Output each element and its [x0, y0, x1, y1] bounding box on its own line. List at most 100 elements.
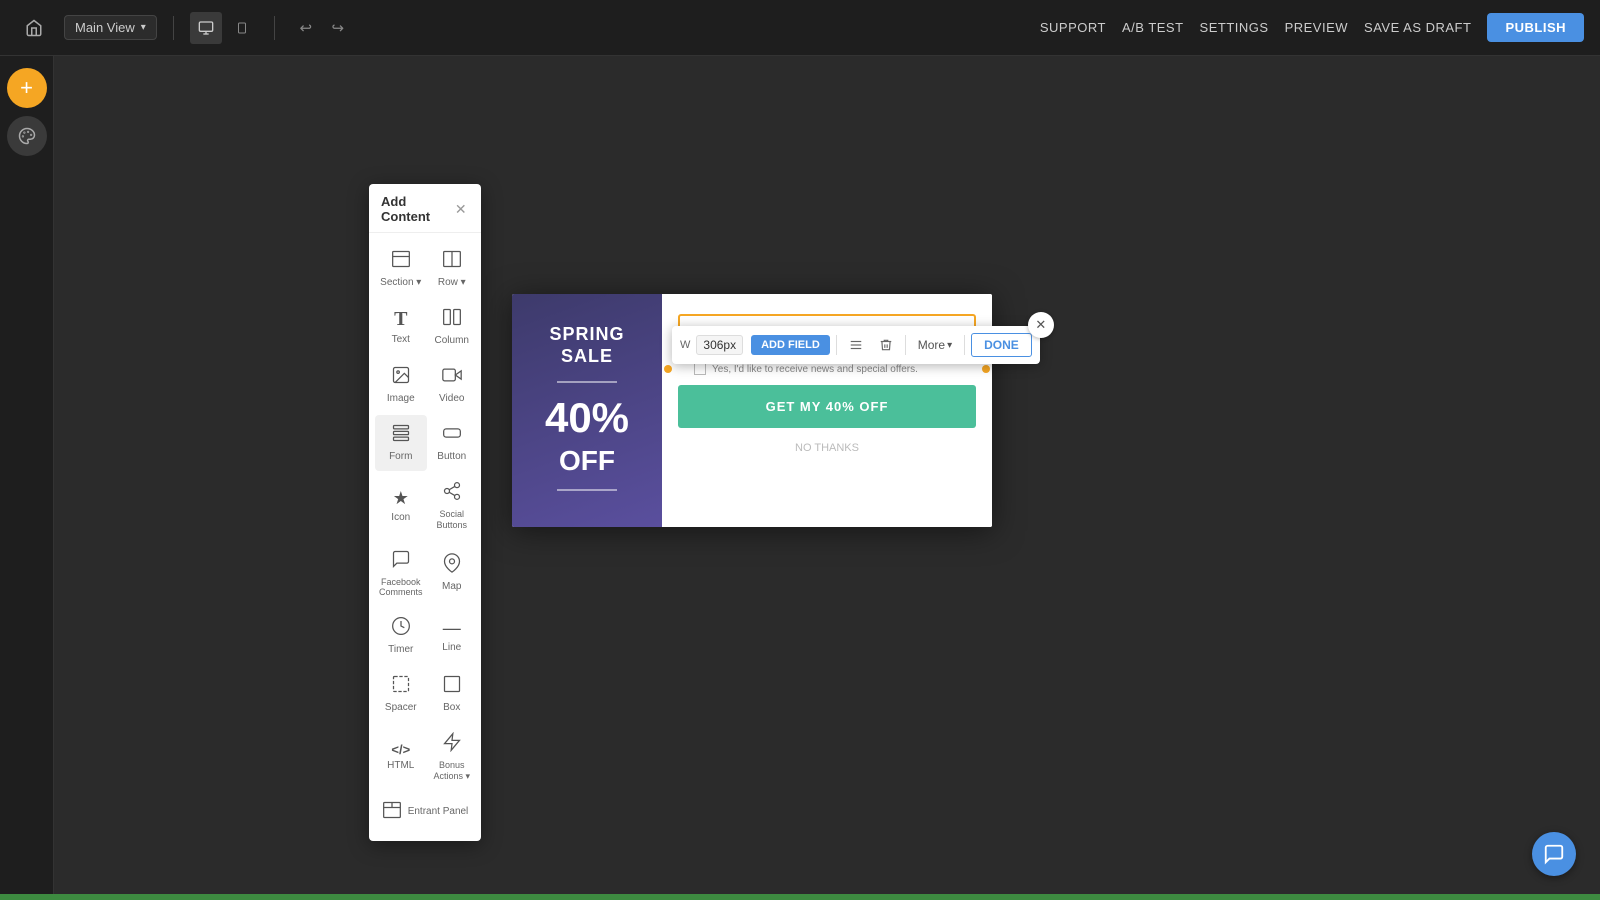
- redo-button[interactable]: ↪: [323, 13, 353, 43]
- entrant-label: Entrant Panel: [408, 806, 469, 818]
- toolbar-close-button[interactable]: ✕: [1028, 312, 1054, 338]
- image-label: Image: [387, 393, 415, 405]
- panel-item-map[interactable]: Map: [429, 541, 475, 607]
- home-button[interactable]: [16, 10, 52, 46]
- bottom-bar: [0, 894, 1600, 900]
- html-icon: </>: [391, 742, 410, 757]
- delete-button[interactable]: [873, 332, 899, 358]
- panel-item-html[interactable]: </> HTML: [375, 724, 427, 790]
- spring-sale-divider: [557, 381, 617, 383]
- bonus-icon: [442, 732, 462, 757]
- facebook-icon: [391, 549, 411, 574]
- timer-label: Timer: [388, 644, 413, 656]
- checkbox[interactable]: [694, 363, 706, 375]
- width-label: W: [680, 339, 690, 351]
- add-content-panel: Add Content ✕ Section ▾ Row ▾: [369, 184, 481, 841]
- panel-item-form[interactable]: Form: [375, 415, 427, 471]
- panel-close-button[interactable]: ✕: [453, 200, 470, 218]
- social-icon: [442, 481, 462, 506]
- social-label: Social Buttons: [433, 509, 471, 531]
- settings-link[interactable]: SETTINGS: [1200, 20, 1269, 35]
- topbar: Main View ▾ ↩ ↪ SU: [0, 0, 1600, 56]
- line-icon: —: [443, 618, 461, 639]
- form-icon: [391, 423, 411, 448]
- design-button[interactable]: [7, 116, 47, 156]
- box-icon: [442, 674, 462, 699]
- topbar-divider: [173, 16, 174, 40]
- form-label: Form: [389, 451, 412, 463]
- panel-header: Add Content ✕: [369, 184, 481, 233]
- undo-group: ↩ ↪: [291, 13, 353, 43]
- html-label: HTML: [387, 760, 414, 772]
- width-value[interactable]: 306px: [696, 335, 743, 355]
- main-layout: + Add Content ✕: [0, 56, 1600, 900]
- video-icon: [442, 365, 462, 390]
- panel-item-timer[interactable]: Timer: [375, 608, 427, 664]
- align-button[interactable]: [843, 332, 869, 358]
- column-icon: [442, 307, 462, 332]
- panel-item-button[interactable]: Button: [429, 415, 475, 471]
- submit-button[interactable]: GET MY 40% OFF: [678, 385, 976, 428]
- panel-item-box[interactable]: Box: [429, 666, 475, 722]
- save-draft-button[interactable]: SAVE AS DRAFT: [1364, 20, 1471, 35]
- support-link[interactable]: SUPPORT: [1040, 20, 1106, 35]
- more-dropdown[interactable]: More ▾: [912, 335, 958, 355]
- panel-item-spacer[interactable]: Spacer: [375, 666, 427, 722]
- panel-item-icon[interactable]: ★ Icon: [375, 473, 427, 539]
- ab-test-link[interactable]: A/B TEST: [1122, 20, 1184, 35]
- view-selector[interactable]: Main View ▾: [64, 15, 157, 40]
- map-label: Map: [442, 581, 461, 593]
- row-label: Row ▾: [438, 277, 466, 289]
- mobile-device-button[interactable]: [226, 12, 258, 44]
- sale-off: OFF: [559, 447, 615, 475]
- add-field-button[interactable]: ADD FIELD: [751, 335, 830, 355]
- column-label: Column: [435, 335, 469, 347]
- checkbox-dot-left: [664, 365, 672, 373]
- entrant-icon: [382, 800, 402, 825]
- spring-sale-divider2: [557, 489, 617, 491]
- panel-item-video[interactable]: Video: [429, 357, 475, 413]
- text-label: Text: [392, 334, 410, 346]
- panel-item-row[interactable]: Row ▾: [429, 241, 475, 297]
- undo-button[interactable]: ↩: [291, 13, 321, 43]
- icon-icon: ★: [393, 488, 409, 509]
- video-label: Video: [439, 393, 464, 405]
- panel-item-image[interactable]: Image: [375, 357, 427, 413]
- topbar-left: Main View ▾ ↩ ↪: [16, 10, 353, 46]
- canvas-area: Add Content ✕ Section ▾ Row ▾: [54, 56, 1600, 900]
- line-label: Line: [442, 642, 461, 654]
- panel-title: Add Content: [381, 194, 453, 224]
- add-content-button[interactable]: +: [7, 68, 47, 108]
- panel-item-column[interactable]: Column: [429, 299, 475, 355]
- panel-item-section[interactable]: Section ▾: [375, 241, 427, 297]
- panel-item-text[interactable]: T Text: [375, 299, 427, 355]
- no-thanks-link[interactable]: NO THANKS: [678, 438, 976, 458]
- toolbar-separator2: [905, 335, 906, 355]
- done-button[interactable]: DONE: [971, 333, 1032, 357]
- checkbox-row: Yes, I'd like to receive news and specia…: [678, 363, 976, 375]
- popup-left-panel: SPRING SALE 40% OFF: [512, 294, 662, 527]
- panel-item-bonus[interactable]: Bonus Actions ▾: [429, 724, 475, 790]
- text-icon: T: [394, 308, 407, 331]
- topbar-divider2: [274, 16, 275, 40]
- panel-item-facebook[interactable]: Facebook Comments: [375, 541, 427, 607]
- spacer-label: Spacer: [385, 702, 417, 714]
- section-icon: [391, 249, 411, 274]
- publish-button[interactable]: PUBLISH: [1487, 13, 1584, 42]
- toolbar-separator: [836, 335, 837, 355]
- button-label: Button: [437, 451, 466, 463]
- button-icon: [442, 423, 462, 448]
- desktop-device-button[interactable]: [190, 12, 222, 44]
- bonus-label: Bonus Actions ▾: [433, 760, 471, 782]
- section-label: Section ▾: [380, 277, 421, 289]
- checkbox-dot-right: [982, 365, 990, 373]
- preview-link[interactable]: PREVIEW: [1285, 20, 1348, 35]
- panel-item-line[interactable]: — Line: [429, 608, 475, 664]
- chat-bubble[interactable]: [1532, 832, 1576, 876]
- spacer-icon: [391, 674, 411, 699]
- panel-item-entrant[interactable]: Entrant Panel: [375, 792, 475, 833]
- topbar-right: SUPPORT A/B TEST SETTINGS PREVIEW SAVE A…: [1040, 13, 1584, 42]
- panel-item-social[interactable]: Social Buttons: [429, 473, 475, 539]
- checkbox-label: Yes, I'd like to receive news and specia…: [712, 364, 918, 375]
- icon-label: Icon: [391, 512, 410, 524]
